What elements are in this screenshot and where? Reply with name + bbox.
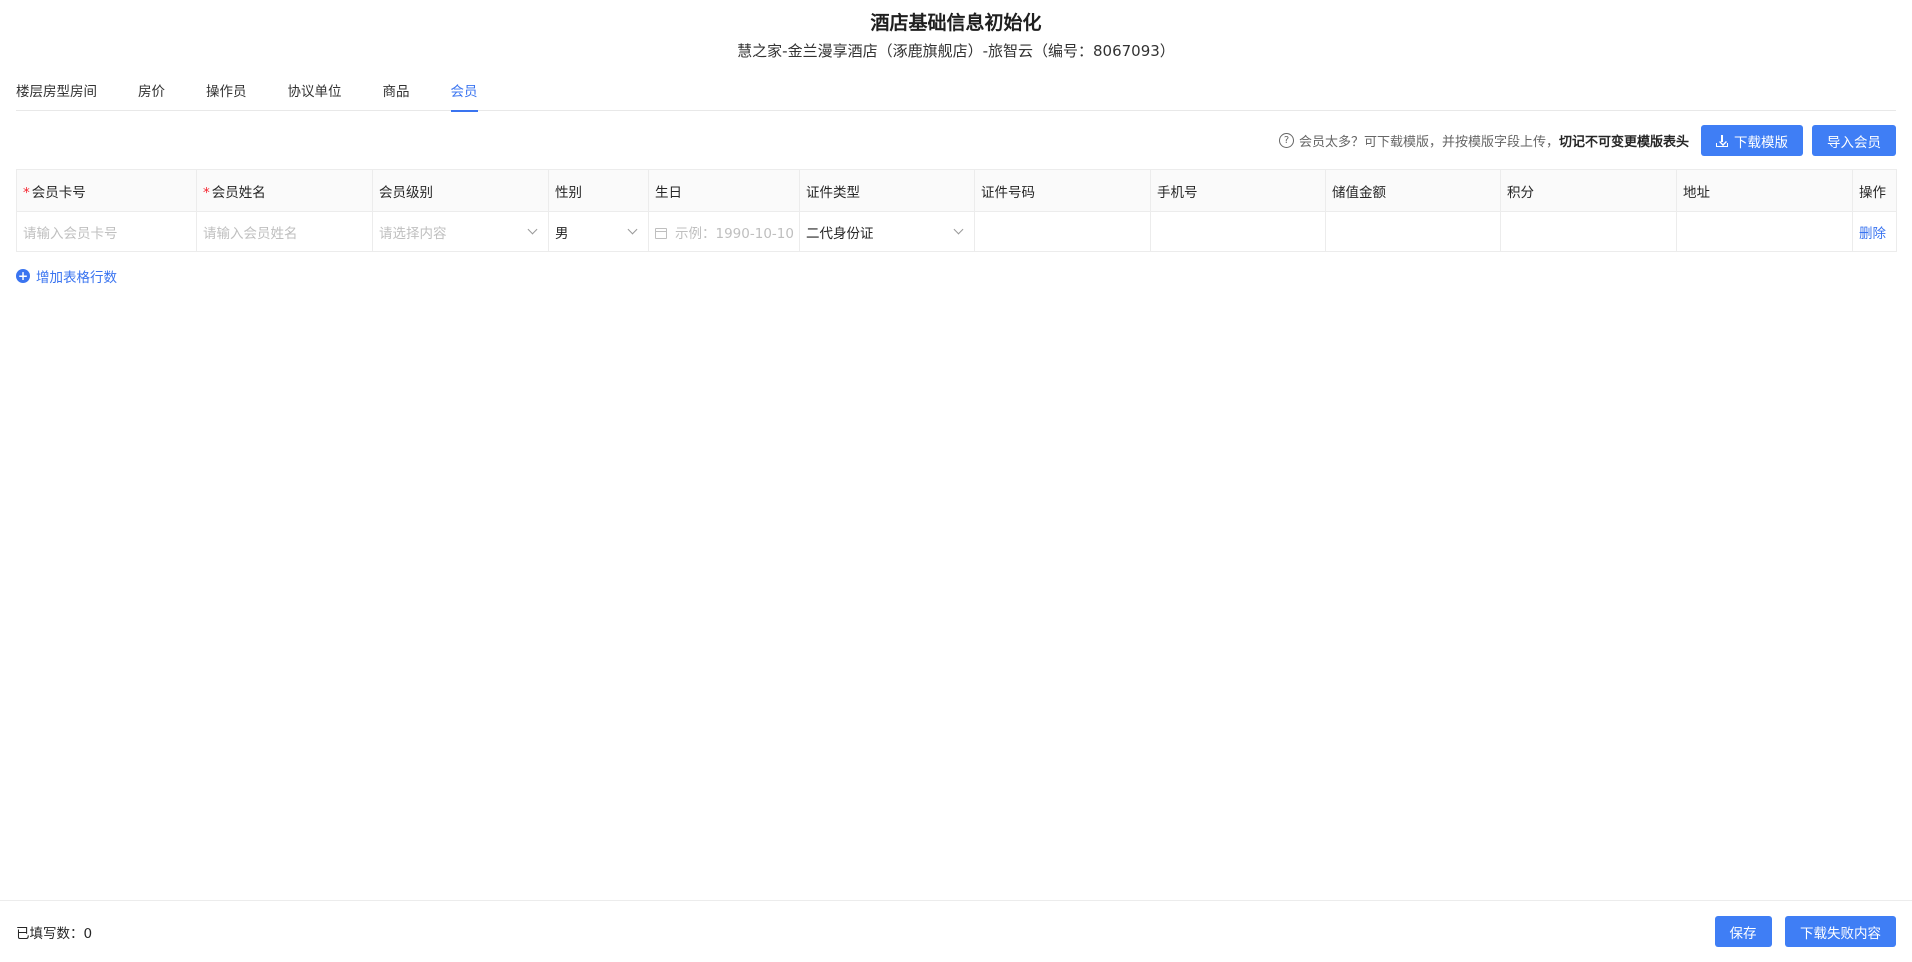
tab-goods[interactable]: 商品: [383, 80, 410, 111]
calendar-icon: [655, 227, 667, 239]
points-input[interactable]: [1500, 211, 1677, 252]
download-template-button[interactable]: 下载模版: [1701, 125, 1803, 156]
member-level-select[interactable]: 请选择内容: [372, 211, 549, 252]
hint-warning-text: 切记不可变更模版表头: [1558, 135, 1689, 150]
required-mark: *: [23, 184, 30, 201]
col-header-birthday: 生日: [648, 169, 800, 212]
id-type-select[interactable]: 二代身份证: [799, 211, 975, 252]
page-header: 酒店基础信息初始化 慧之家-金兰漫享酒店（涿鹿旗舰店）-旅智云（编号：80670…: [0, 0, 1912, 62]
plus-circle-icon: +: [16, 269, 30, 283]
hint-text: 会员太多？可下载模版，并按模版字段上传，: [1298, 135, 1559, 150]
tab-agreement-unit[interactable]: 协议单位: [288, 80, 342, 111]
tab-floor-room-type[interactable]: 楼层房型房间: [16, 80, 97, 111]
tab-operator[interactable]: 操作员: [206, 80, 247, 111]
id-number-input[interactable]: [974, 211, 1151, 252]
col-header-gender: 性别: [548, 169, 649, 212]
col-header-phone: 手机号: [1150, 169, 1326, 212]
filled-count-value: 0: [83, 925, 93, 942]
member-table: * 会员卡号 * 会员姓名 会员级别 性别 生日 证件类型 证件号码 手机号 储值金…: [16, 169, 1897, 252]
tab-bar: 楼层房型房间 房价 操作员 协议单位 商品 会员: [16, 80, 1896, 112]
footer-bar: 已填写数：0 保存 下载失败内容: [0, 900, 1912, 962]
col-header-action: 操作: [1852, 169, 1897, 212]
chevron-down-icon: [527, 224, 538, 235]
delete-row-link[interactable]: 删除: [1859, 226, 1886, 242]
table-row: 请输入会员卡号 请输入会员姓名 请选择内容 男 示例：1990-10-10 二代…: [16, 211, 1897, 252]
download-template-label: 下载模版: [1734, 134, 1788, 151]
col-header-level: 会员级别: [372, 169, 549, 212]
toolbar: ? 会员太多？可下载模版，并按模版字段上传， 切记不可变更模版表头 下载模版 导…: [1278, 125, 1896, 156]
tab-member[interactable]: 会员: [450, 80, 478, 112]
birthday-picker[interactable]: 示例：1990-10-10: [648, 211, 800, 252]
filled-count: 已填写数：0: [16, 922, 92, 942]
phone-input[interactable]: [1150, 211, 1326, 252]
address-input[interactable]: [1676, 211, 1853, 252]
col-header-balance: 储值金额: [1325, 169, 1501, 212]
save-button[interactable]: 保存: [1714, 916, 1772, 947]
download-icon: [1716, 134, 1728, 147]
col-header-address: 地址: [1676, 169, 1853, 212]
col-header-card-no: * 会员卡号: [16, 169, 197, 212]
chevron-down-icon: [627, 224, 638, 235]
import-member-button[interactable]: 导入会员: [1812, 125, 1896, 156]
col-header-id-type: 证件类型: [799, 169, 975, 212]
balance-input[interactable]: [1325, 211, 1501, 252]
template-hint: ? 会员太多？可下载模版，并按模版字段上传， 切记不可变更模版表头: [1278, 131, 1689, 150]
col-header-points: 积分: [1500, 169, 1677, 212]
hotel-subtitle: 慧之家-金兰漫享酒店（涿鹿旗舰店）-旅智云（编号：8067093）: [737, 42, 1175, 60]
add-table-row-label: 增加表格行数: [36, 270, 117, 286]
delete-row-cell: 删除: [1852, 211, 1897, 252]
filled-count-label: 已填写数：: [16, 925, 84, 942]
required-mark: *: [203, 184, 210, 201]
download-failed-button[interactable]: 下载失败内容: [1785, 916, 1896, 947]
gender-select[interactable]: 男: [548, 211, 649, 252]
question-icon: ?: [1278, 133, 1294, 148]
col-header-id-number: 证件号码: [974, 169, 1151, 212]
col-header-name: * 会员姓名: [196, 169, 373, 212]
table-header-row: * 会员卡号 * 会员姓名 会员级别 性别 生日 证件类型 证件号码 手机号 储值金…: [16, 169, 1897, 212]
member-name-input[interactable]: 请输入会员姓名: [196, 211, 373, 252]
tab-room-price[interactable]: 房价: [138, 80, 165, 111]
chevron-down-icon: [953, 224, 964, 235]
page-title: 酒店基础信息初始化: [870, 12, 1042, 34]
add-table-row-button[interactable]: + 增加表格行数: [16, 266, 117, 286]
card-no-input[interactable]: 请输入会员卡号: [16, 211, 197, 252]
